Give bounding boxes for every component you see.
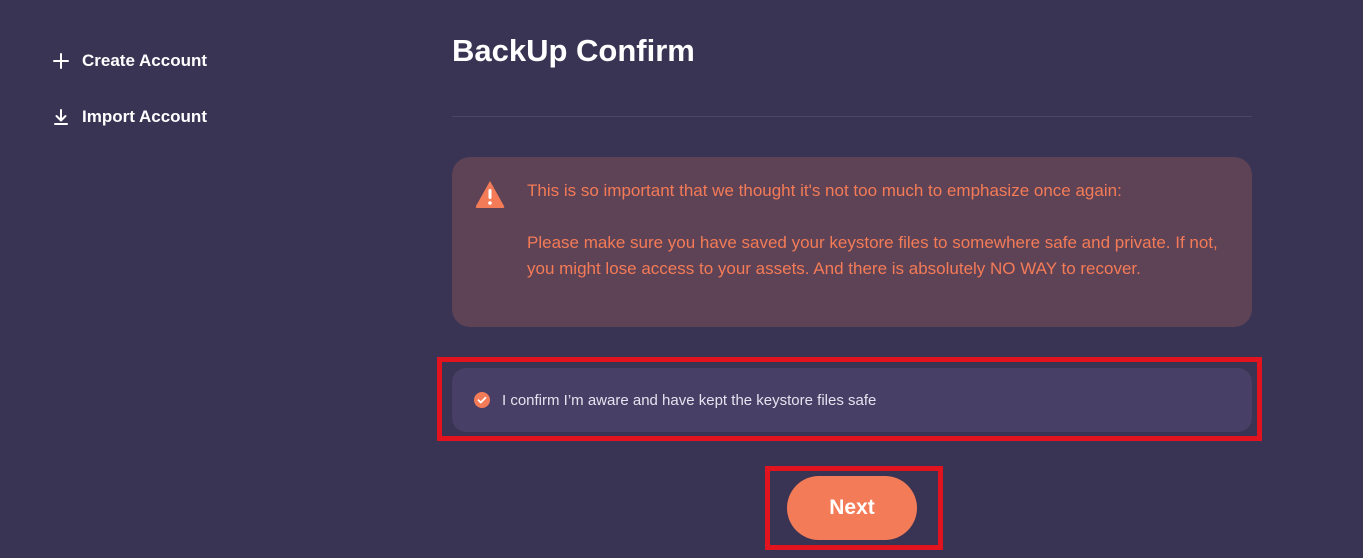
sidebar-item-label: Create Account [82,51,208,70]
sidebar-item-import-account[interactable]: Import Account [52,105,207,129]
confirm-checkbox[interactable]: I confirm I’m aware and have kept the ke… [452,368,1252,432]
page-title: BackUp Confirm [452,33,695,68]
check-circle-icon[interactable] [474,392,490,408]
next-button[interactable]: Next [787,476,917,540]
warning-triangle-icon [474,179,506,209]
sidebar-item-label: Import Account [82,107,207,126]
confirm-label: I confirm I’m aware and have kept the ke… [502,391,877,409]
warning-line-2: Please make sure you have saved your key… [527,233,1218,278]
divider [452,116,1252,117]
warning-line-1: This is so important that we thought it'… [527,181,1122,200]
warning-box: This is so important that we thought it'… [452,157,1252,327]
sidebar: Create Account Import Account [0,0,400,558]
plus-icon [52,52,70,70]
sidebar-item-create-account[interactable]: Create Account [52,49,207,73]
download-icon [52,108,70,126]
